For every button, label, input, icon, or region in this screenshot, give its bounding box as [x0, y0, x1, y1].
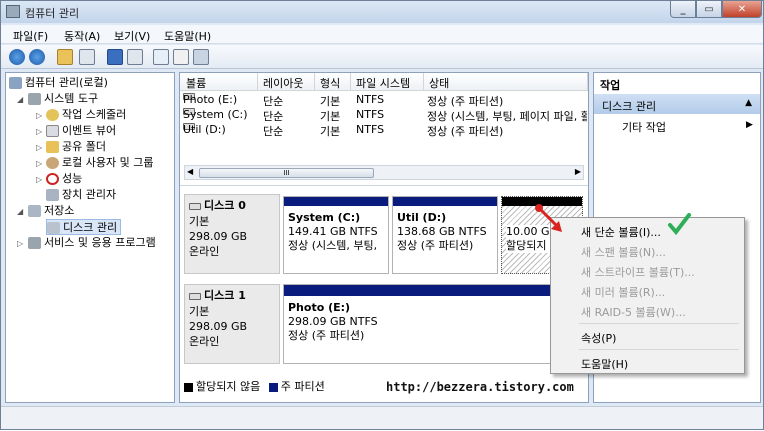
- annotation-overlay: [535, 204, 691, 236]
- computer-management-window: 컴퓨터 관리 _ ▭ ✕ 파일(F) 동작(A) 보기(V) 도움말(H) 컴퓨…: [0, 0, 764, 430]
- watermark-url: http://bezzera.tistory.com: [386, 380, 574, 394]
- red-arrow: [537, 206, 560, 229]
- check-icon: [668, 213, 691, 236]
